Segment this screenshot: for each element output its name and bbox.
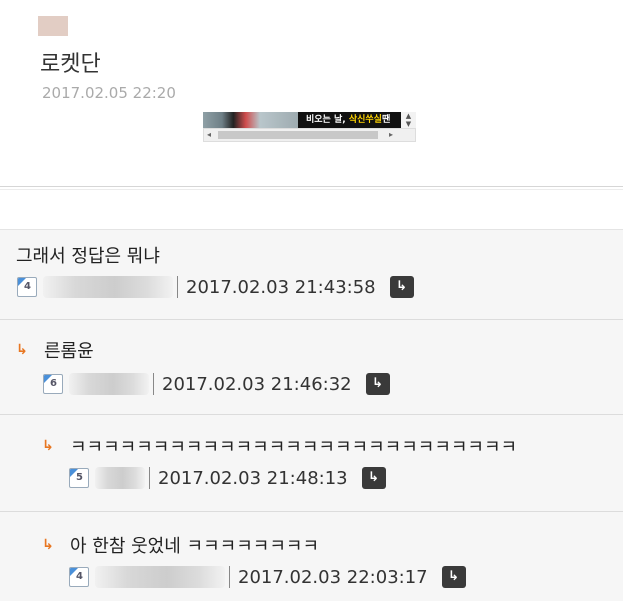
- reply-arrow-icon: ↳: [42, 438, 54, 454]
- ad-banner-frame[interactable]: 비오는 날, 삭신쑤실땐 ▲ ▼ ◂ ▸: [203, 112, 416, 144]
- meta-separator: [229, 566, 230, 588]
- comment-meta: 4 2017.02.03 22:03:17 ↳: [69, 564, 466, 590]
- level-badge-icon: 6: [43, 374, 63, 394]
- post-date: 2017.02.05 22:20: [42, 84, 176, 102]
- meta-separator: [149, 467, 150, 489]
- comment-text: 그래서 정답은 뭐냐: [16, 246, 160, 267]
- reply-arrow-icon: ↳: [42, 537, 54, 553]
- post-author[interactable]: 로켓단: [40, 46, 101, 78]
- scroll-right-icon[interactable]: ▸: [389, 129, 393, 141]
- reply-icon: ↳: [368, 470, 380, 485]
- comment-date: 2017.02.03 21:48:13: [158, 467, 348, 489]
- section-divider: [0, 186, 623, 187]
- section-divider-shadow: [0, 189, 623, 190]
- comment-item: ↳ 른롬윤 6 2017.02.03 21:46:32 ↳: [0, 320, 623, 415]
- comment-meta: 5 2017.02.03 21:48:13 ↳: [69, 465, 386, 491]
- comment-meta: 6 2017.02.03 21:46:32 ↳: [43, 371, 390, 397]
- comment-date: 2017.02.03 21:46:32: [162, 373, 352, 395]
- ad-vertical-scrollbar[interactable]: ▲ ▼: [401, 112, 416, 128]
- reply-button[interactable]: ↳: [389, 276, 414, 298]
- level-badge-icon: 4: [69, 567, 89, 587]
- ad-banner[interactable]: 비오는 날, 삭신쑤실땐: [203, 112, 401, 128]
- reply-button[interactable]: ↳: [441, 566, 466, 588]
- level-badge-icon: 5: [69, 468, 89, 488]
- scroll-left-icon[interactable]: ◂: [207, 129, 211, 141]
- comment-text: ㅋㅋㅋㅋㅋㅋㅋㅋㅋㅋㅋㅋㅋㅋㅋㅋㅋㅋㅋㅋㅋㅋㅋㅋㅋㅋㅋ: [70, 437, 518, 458]
- comment-author-blurred[interactable]: [95, 467, 145, 489]
- reply-button[interactable]: ↳: [365, 373, 390, 395]
- meta-separator: [177, 276, 178, 298]
- comment-author-blurred[interactable]: [69, 373, 149, 395]
- comment-item: ↳ 아 한참 웃었네 ㅋㅋㅋㅋㅋㅋㅋㅋ 4 2017.02.03 22:03:1…: [0, 512, 623, 602]
- reply-arrow-icon: ↳: [16, 342, 28, 358]
- comment-meta: 4 2017.02.03 21:43:58 ↳: [17, 274, 414, 300]
- ad-text[interactable]: 비오는 날, 삭신쑤실땐: [298, 112, 401, 128]
- author-avatar[interactable]: [38, 16, 68, 36]
- comment-list: 그래서 정답은 뭐냐 4 2017.02.03 21:43:58 ↳ ↳ 른롬윤…: [0, 229, 623, 601]
- ad-image[interactable]: [203, 112, 298, 128]
- comment-date: 2017.02.03 21:43:58: [186, 276, 376, 298]
- reply-icon: ↳: [396, 279, 408, 294]
- level-badge-icon: 4: [17, 277, 37, 297]
- comment-text: 아 한참 웃었네 ㅋㅋㅋㅋㅋㅋㅋㅋ: [70, 536, 320, 557]
- comment-item: ↳ ㅋㅋㅋㅋㅋㅋㅋㅋㅋㅋㅋㅋㅋㅋㅋㅋㅋㅋㅋㅋㅋㅋㅋㅋㅋㅋㅋ 5 2017.02.…: [0, 415, 623, 512]
- scroll-thumb[interactable]: [218, 131, 378, 139]
- comment-date: 2017.02.03 22:03:17: [238, 566, 428, 588]
- comment-text: 른롬윤: [44, 341, 94, 362]
- comment-author-blurred[interactable]: [95, 566, 225, 588]
- reply-icon: ↳: [372, 376, 384, 391]
- reply-button[interactable]: ↳: [361, 467, 386, 489]
- reply-icon: ↳: [448, 569, 460, 584]
- comment-author-blurred[interactable]: [43, 276, 173, 298]
- page: 로켓단 2017.02.05 22:20 비오는 날, 삭신쑤실땐 ▲ ▼ ◂ ▸…: [0, 0, 623, 613]
- ad-horizontal-scrollbar[interactable]: ◂ ▸: [203, 128, 416, 142]
- meta-separator: [153, 373, 154, 395]
- comment-item: 그래서 정답은 뭐냐 4 2017.02.03 21:43:58 ↳: [0, 230, 623, 320]
